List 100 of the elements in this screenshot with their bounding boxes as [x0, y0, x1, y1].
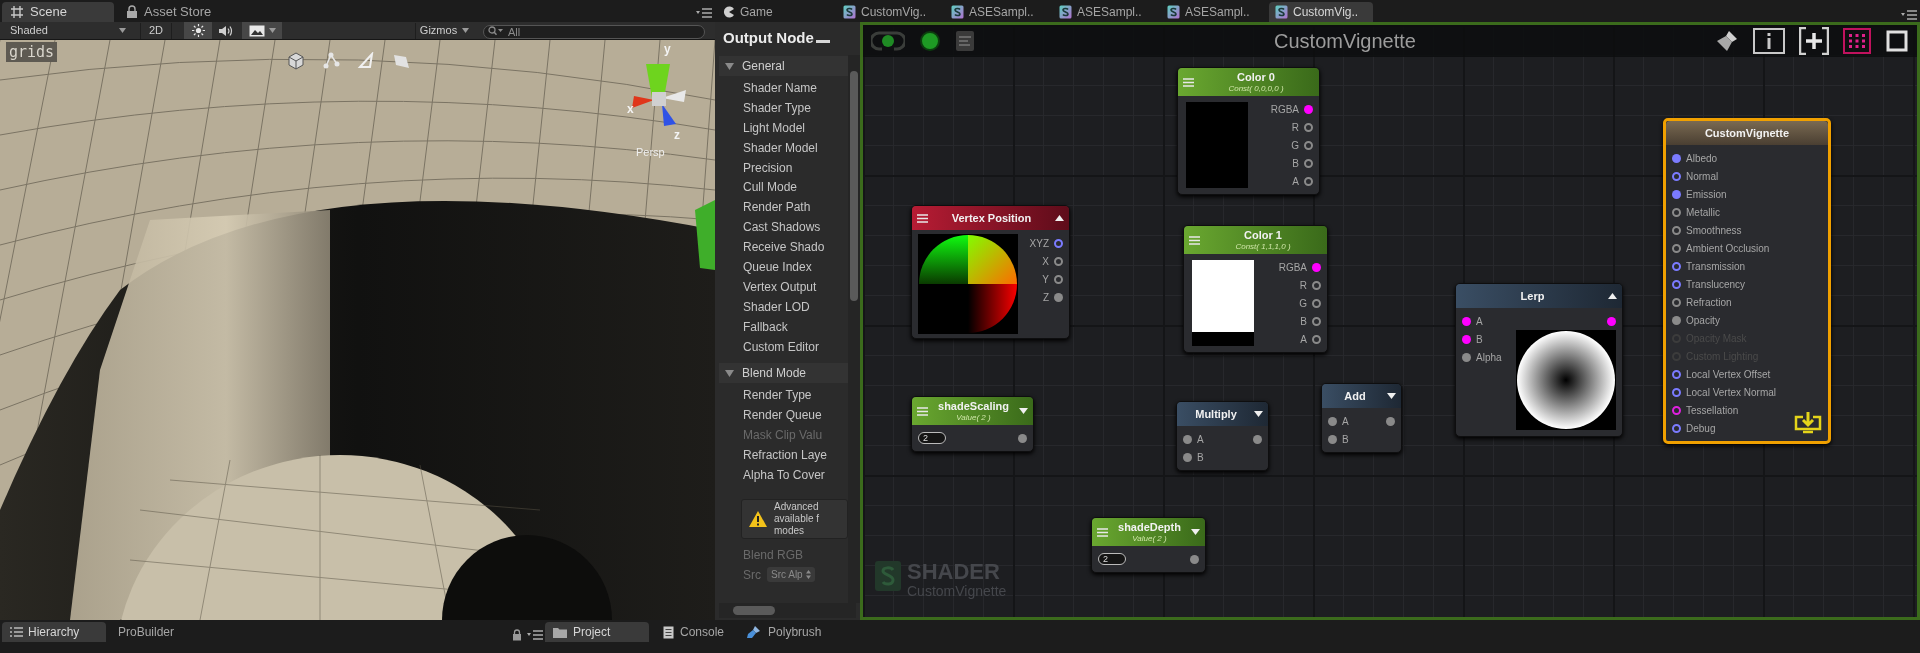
port-connector[interactable]	[1183, 434, 1192, 444]
property-label[interactable]: Shader Name	[719, 78, 848, 98]
scrollbar-thumb[interactable]	[850, 71, 858, 301]
menu-icon[interactable]	[1901, 10, 1917, 20]
lighting-toggle[interactable]	[184, 22, 212, 39]
property-label[interactable]: Cast Shadows	[719, 217, 848, 238]
effects-dropdown[interactable]	[242, 22, 282, 39]
port-connector[interactable]	[1672, 387, 1681, 397]
expand-arrow-icon[interactable]	[1191, 529, 1200, 535]
value-field[interactable]: 2	[918, 432, 946, 444]
graph-node[interactable]: Vertex Position XYZ X Y Z	[911, 205, 1070, 339]
graph-node[interactable]: Color 1 Const( 1,1,1,0 ) RGBA R G B A	[1183, 225, 1328, 353]
port-connector[interactable]	[1672, 405, 1681, 415]
node-header[interactable]: shadeScaling Value( 2 )	[912, 397, 1033, 425]
port-connector[interactable]	[1304, 176, 1313, 186]
tab[interactable]: ASESampl..	[945, 2, 1049, 22]
expand-arrow-icon[interactable]	[1254, 411, 1263, 417]
section-header[interactable]: Blend Mode	[719, 363, 848, 384]
document-icon[interactable]	[955, 30, 975, 52]
value-field[interactable]: 2	[1098, 553, 1126, 565]
live-update-icon[interactable]	[871, 29, 905, 53]
port-connector[interactable]	[1018, 433, 1027, 443]
hamburger-menu-icon[interactable]	[1097, 527, 1108, 537]
collapse-arrow-icon[interactable]	[1608, 293, 1617, 299]
download-icon[interactable]	[1794, 411, 1822, 435]
property-label[interactable]: Shader Model	[719, 137, 848, 158]
search-field[interactable]: All	[483, 24, 705, 39]
port-connector[interactable]	[1672, 315, 1681, 325]
expand-arrow-icon[interactable]	[1387, 393, 1396, 399]
tab[interactable]: Project	[545, 622, 649, 642]
info-icon[interactable]	[1753, 28, 1785, 54]
port-connector[interactable]	[1607, 316, 1616, 326]
port-connector[interactable]	[1304, 104, 1313, 114]
vertical-scrollbar[interactable]	[848, 55, 860, 603]
node-header[interactable]: Color 0 Const( 0,0,0,0 )	[1178, 68, 1319, 96]
graph-node[interactable]: Multiply A B	[1176, 401, 1269, 471]
port-connector[interactable]	[1672, 261, 1681, 271]
port-connector[interactable]	[1672, 297, 1681, 307]
node-header[interactable]: Color 1 Const( 1,1,1,0 )	[1184, 226, 1327, 254]
tab[interactable]: Polybrush	[738, 622, 830, 642]
property-label[interactable]: Vertex Output	[719, 276, 848, 297]
tab[interactable]: ProBuilder	[110, 622, 183, 642]
graph-node[interactable]: Lerp A B Alpha	[1455, 283, 1623, 437]
port-connector[interactable]	[1672, 153, 1681, 163]
triangle-icon[interactable]	[357, 52, 375, 70]
property-label[interactable]: Render Queue	[719, 405, 848, 426]
property-label[interactable]: Render Path	[719, 197, 848, 218]
port-connector[interactable]	[1312, 316, 1321, 326]
property-label[interactable]: Receive Shado	[719, 237, 848, 257]
port-connector[interactable]	[1183, 452, 1192, 462]
node-header[interactable]: Vertex Position	[912, 206, 1069, 230]
port-connector[interactable]	[1312, 334, 1321, 344]
port-connector[interactable]	[1312, 280, 1321, 290]
cube-icon[interactable]	[287, 52, 305, 70]
graph-node[interactable]: Add A B	[1321, 383, 1402, 453]
gizmos-dropdown[interactable]: Gizmos	[415, 22, 473, 39]
property-label[interactable]: Custom Editor	[719, 336, 848, 357]
port-connector[interactable]	[1304, 122, 1313, 132]
port-connector[interactable]	[1054, 292, 1063, 302]
property-label[interactable]: Fallback	[719, 316, 848, 337]
minimize-icon[interactable]	[815, 40, 830, 43]
port-connector[interactable]	[1304, 140, 1313, 150]
property-label[interactable]: Alpha To Cover	[719, 465, 848, 485]
hamburger-menu-icon[interactable]	[1183, 77, 1194, 87]
port-connector[interactable]	[1312, 262, 1321, 272]
port-connector[interactable]	[1672, 225, 1681, 235]
tab[interactable]: Console	[655, 622, 733, 642]
port-connector[interactable]	[1054, 274, 1063, 284]
port-connector[interactable]	[1386, 416, 1395, 426]
property-label[interactable]: Queue Index	[719, 257, 848, 277]
hamburger-menu-icon[interactable]	[917, 406, 928, 416]
collapse-arrow-icon[interactable]	[1055, 215, 1064, 221]
graph-node[interactable]	[1663, 118, 1831, 444]
port-connector[interactable]	[1328, 434, 1337, 444]
hamburger-menu-icon[interactable]	[917, 213, 928, 223]
property-label[interactable]: Shader Type	[719, 97, 848, 118]
tab[interactable]: ASESampl..	[1053, 2, 1157, 22]
horizontal-scrollbar[interactable]	[719, 603, 856, 618]
hamburger-menu-icon[interactable]	[1189, 235, 1200, 245]
menu-icon[interactable]	[527, 630, 543, 640]
port-connector[interactable]	[1312, 298, 1321, 308]
property-label[interactable]: Shader LOD	[719, 296, 848, 317]
port-connector[interactable]	[1672, 279, 1681, 289]
port-connector[interactable]	[1190, 554, 1199, 564]
tab[interactable]: CustomVig..	[837, 2, 941, 22]
property-label[interactable]: Light Model	[719, 117, 848, 138]
tab[interactable]: ASESampl..	[1161, 2, 1265, 22]
tab[interactable]: CustomVig..	[1269, 2, 1373, 22]
port-connector[interactable]	[1304, 158, 1313, 168]
property-label[interactable]: Refraction Laye	[719, 445, 848, 466]
port-connector[interactable]	[1672, 243, 1681, 253]
port-connector[interactable]	[1672, 171, 1681, 181]
graph-node[interactable]: shadeDepth Value( 2 ) 2	[1091, 517, 1206, 573]
graph-node[interactable]: shadeScaling Value( 2 ) 2	[911, 396, 1034, 452]
status-light-icon[interactable]	[919, 30, 941, 52]
maximize-icon[interactable]	[1885, 29, 1909, 53]
port-connector[interactable]	[1462, 334, 1471, 344]
port-connector[interactable]	[1054, 256, 1063, 266]
node-header[interactable]: Multiply	[1177, 402, 1268, 426]
property-label[interactable]: Cull Mode	[719, 177, 848, 198]
